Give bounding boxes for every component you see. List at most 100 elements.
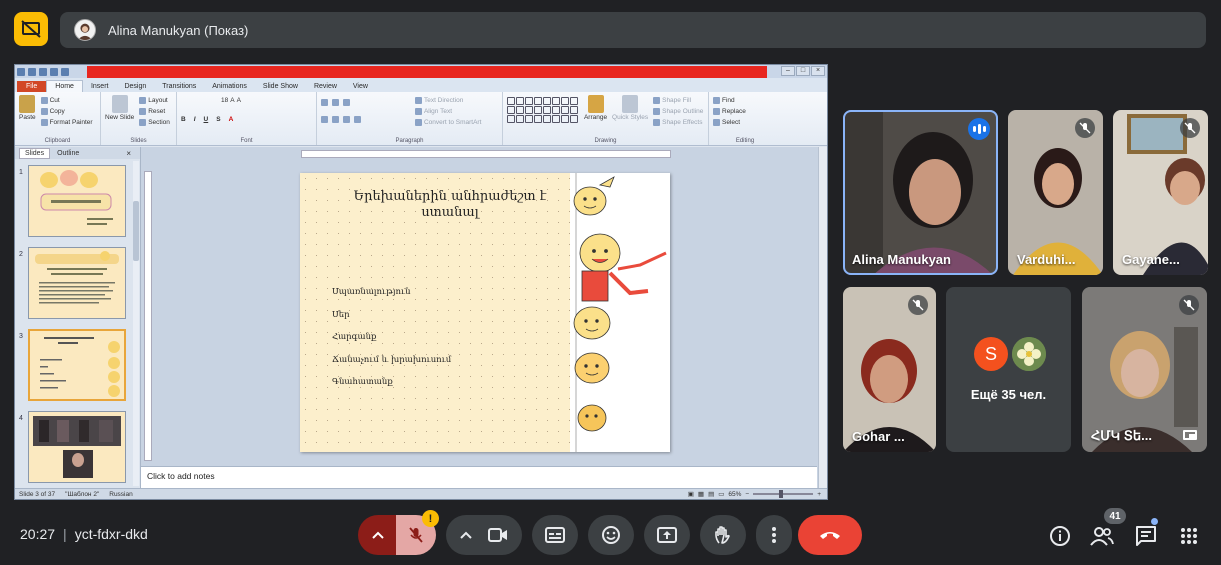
tab-slide-show[interactable]: Slide Show (255, 81, 306, 92)
present-screen-icon (657, 527, 677, 543)
slide-list-item: Սպառնալություն (332, 287, 411, 297)
font-size-box[interactable]: 18 (221, 97, 228, 104)
raise-hand-button[interactable] (700, 515, 746, 555)
ppt-title-bar: – □ × (15, 65, 827, 78)
paste-button[interactable]: Paste (19, 95, 36, 121)
slide-thumbnail-2[interactable] (28, 247, 126, 319)
section-button[interactable]: Section (139, 117, 170, 128)
camera-toggle-button[interactable] (446, 515, 522, 555)
activities-button[interactable] (1177, 524, 1201, 548)
captions-button[interactable] (532, 515, 578, 555)
slides-panel-tab[interactable]: Slides (19, 147, 51, 159)
shape-fill-button[interactable]: Shape Fill (653, 95, 703, 106)
sorter-view-icon[interactable]: ▦ (698, 490, 704, 498)
participant-tile-hmk[interactable]: ՀՄԿ Տե... (1082, 287, 1207, 452)
tab-view[interactable]: View (345, 81, 376, 92)
notes-field[interactable]: Click to add notes (141, 466, 817, 488)
slide-bullet-list[interactable]: Սպառնալություն Սեր Հարգանք Ճանաչում և խր… (332, 287, 451, 400)
quick-styles-button[interactable]: Quick Styles (612, 95, 648, 121)
replace-button[interactable]: Replace (713, 106, 777, 117)
arrange-button[interactable]: Arrange (584, 95, 607, 121)
participant-tile-alina[interactable]: Alina Manukyan (843, 110, 998, 275)
maximize-icon[interactable]: □ (796, 66, 810, 76)
tab-design[interactable]: Design (116, 81, 154, 92)
picture-in-picture-icon[interactable] (1183, 430, 1197, 440)
align-left-icon[interactable] (321, 116, 328, 123)
new-slide-button[interactable]: New Slide (105, 95, 134, 121)
meeting-details-button[interactable] (1048, 524, 1072, 548)
present-off-icon (21, 20, 41, 38)
shrink-font-icon[interactable]: A (237, 97, 241, 104)
zoom-in-icon[interactable]: + (817, 491, 821, 498)
shape-outline-button[interactable]: Shape Outline (653, 106, 703, 117)
reactions-button[interactable] (588, 515, 634, 555)
editor-scrollbar[interactable] (818, 147, 827, 488)
cut-button[interactable]: Cut (40, 95, 93, 106)
editing-group: Find Replace Select Editing (709, 92, 781, 145)
text-direction-button[interactable]: Text Direction (414, 95, 481, 106)
participant-tile-gohar[interactable]: Gohar ... (843, 287, 936, 452)
normal-view-icon[interactable]: ▣ (688, 490, 694, 498)
reading-view-icon[interactable]: ▤ (708, 490, 714, 498)
tab-home[interactable]: Home (46, 80, 83, 92)
language: Russian (109, 490, 133, 498)
slides-group: New Slide Layout Reset Section Slides (101, 92, 177, 145)
chat-button[interactable] (1134, 524, 1158, 548)
bullets-icon[interactable] (321, 99, 328, 106)
thumbnails-scrollbar[interactable] (133, 161, 139, 486)
align-text-button[interactable]: Align Text (414, 106, 481, 117)
minimize-icon[interactable]: – (781, 66, 795, 76)
outline-panel-tab[interactable]: Outline (52, 149, 84, 158)
select-button[interactable]: Select (713, 117, 777, 128)
strike-icon[interactable]: S (216, 116, 220, 123)
slide-title[interactable]: Երեխաներին անհրաժեշտ է ստանալ (330, 189, 570, 221)
copy-button[interactable]: Copy (40, 106, 93, 117)
camera-icon (488, 528, 507, 542)
audio-options-button[interactable] (358, 515, 398, 555)
reset-button[interactable]: Reset (139, 106, 170, 117)
indent-icon[interactable] (343, 99, 350, 106)
more-participants-tile[interactable]: S Ещё 35 чел. (946, 287, 1071, 452)
font-color-icon[interactable]: A (229, 116, 234, 123)
tab-insert[interactable]: Insert (83, 81, 117, 92)
tab-animations[interactable]: Animations (204, 81, 255, 92)
tab-file[interactable]: File (17, 81, 47, 92)
align-right-icon[interactable] (343, 116, 350, 123)
zoom-out-icon[interactable]: − (745, 491, 749, 498)
tab-transitions[interactable]: Transitions (154, 81, 204, 92)
align-center-icon[interactable] (332, 116, 339, 123)
shape-effects-button[interactable]: Shape Effects (653, 117, 703, 128)
close-panel-icon[interactable]: × (121, 148, 136, 159)
close-icon[interactable]: × (811, 66, 825, 76)
find-button[interactable]: Find (713, 95, 777, 106)
participant-tile-gayane[interactable]: Gayane... (1113, 110, 1208, 275)
participant-name: Gayane... (1122, 252, 1180, 267)
present-screen-button[interactable] (644, 515, 690, 555)
numbering-icon[interactable] (332, 99, 339, 106)
layout-button[interactable]: Layout (139, 95, 170, 106)
underline-icon[interactable]: U (204, 116, 209, 123)
format-painter-button[interactable]: Format Painter (40, 117, 93, 128)
window-buttons: – □ × (781, 66, 825, 76)
zoom-level[interactable]: 65% (728, 491, 741, 498)
end-call-button[interactable] (798, 515, 862, 555)
italic-icon[interactable]: I (194, 116, 196, 123)
current-slide[interactable]: Երեխաներին անհրաժեշտ է ստանալ Սպառնալութ… (300, 173, 670, 452)
grow-font-icon[interactable]: A (230, 97, 234, 104)
theme-name: "Шаблон 2" (65, 490, 100, 498)
slide-thumbnail-3-selected[interactable] (28, 329, 126, 401)
present-toggle-button[interactable] (14, 12, 48, 46)
shapes-gallery[interactable] (507, 97, 578, 123)
more-options-button[interactable] (756, 515, 792, 555)
bold-icon[interactable]: B (181, 116, 186, 123)
slide-thumbnail-4[interactable] (28, 411, 126, 483)
slideshow-view-icon[interactable]: ▭ (718, 490, 724, 498)
zoom-slider[interactable] (753, 490, 814, 498)
tab-review[interactable]: Review (306, 81, 345, 92)
slide-thumbnail-1[interactable] (28, 165, 126, 237)
people-button[interactable] (1090, 524, 1114, 548)
convert-smartart-button[interactable]: Convert to SmartArt (414, 117, 481, 128)
horizontal-ruler (301, 150, 671, 158)
participant-tile-varduhi[interactable]: Varduhi... (1008, 110, 1103, 275)
justify-icon[interactable] (354, 116, 361, 123)
